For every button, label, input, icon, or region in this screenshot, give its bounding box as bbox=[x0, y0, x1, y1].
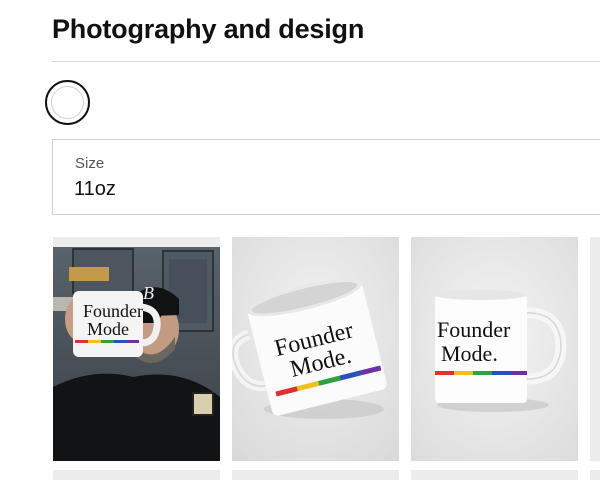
photo-man-with-mug: B Founder Mode bbox=[53, 237, 220, 461]
photo-mug-front: Founder Mode. bbox=[411, 237, 578, 461]
cap-logo-letter: B bbox=[143, 283, 154, 303]
gallery-image-3[interactable]: Founder Mode. bbox=[411, 237, 578, 461]
size-value: 11oz bbox=[74, 178, 116, 200]
gallery-image-8[interactable] bbox=[590, 470, 600, 480]
size-label: Size bbox=[75, 155, 105, 172]
gallery-image-6[interactable] bbox=[232, 470, 399, 480]
mug-text-founder: Founder bbox=[437, 317, 511, 342]
mug-text-mode: Mode. bbox=[441, 341, 498, 366]
color-swatch-white[interactable] bbox=[45, 80, 90, 125]
mug-text-founder: Founder bbox=[83, 301, 143, 321]
divider bbox=[52, 61, 600, 62]
size-select[interactable]: Size 11oz bbox=[52, 139, 600, 215]
gallery-image-4[interactable] bbox=[590, 237, 600, 461]
gallery-image-1[interactable]: B Founder Mode bbox=[53, 237, 220, 461]
swatch-color-fill bbox=[51, 86, 84, 119]
page-title: Photography and design bbox=[52, 14, 365, 44]
gallery-image-2[interactable]: Founder Mode. bbox=[232, 237, 399, 461]
gallery-image-7[interactable] bbox=[411, 470, 578, 480]
mug-text-mode: Mode bbox=[87, 319, 129, 339]
gallery-image-5[interactable] bbox=[53, 470, 220, 480]
photo-mug-tilted: Founder Mode. bbox=[232, 237, 399, 461]
